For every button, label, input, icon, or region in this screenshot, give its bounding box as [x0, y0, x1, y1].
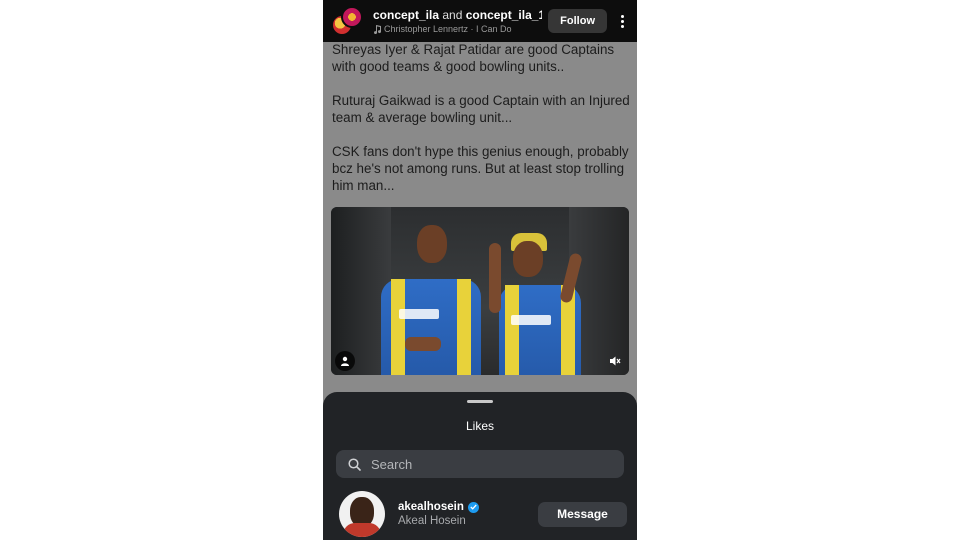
like-full-name: Akeal Hosein: [398, 515, 466, 527]
header-text: concept_ila and concept_ila_1.0 Christop…: [373, 8, 542, 34]
likes-sheet: Likes Search akealhosein Akeal Hosein Me…: [323, 392, 637, 540]
header-title: concept_ila and concept_ila_1.0: [373, 8, 542, 22]
music-note-icon: [374, 24, 381, 34]
account-1-link[interactable]: concept_ila: [373, 8, 439, 22]
collab-avatar-icon[interactable]: [331, 4, 365, 38]
joiner-text: and: [442, 8, 463, 22]
avatar-concept-ila-1: [341, 6, 363, 28]
verified-badge-icon: [467, 501, 479, 513]
more-vertical-icon[interactable]: [613, 9, 631, 33]
caption-paragraph: Ruturaj Gaikwad is a good Captain with a…: [332, 93, 630, 125]
player-left: [375, 225, 485, 375]
post-header: concept_ila and concept_ila_1.0 Christop…: [323, 0, 637, 42]
caption-paragraph: Shreyas Iyer & Rajat Patidar are good Ca…: [332, 42, 615, 74]
post-image[interactable]: [331, 207, 629, 375]
list-item[interactable]: akealhosein Akeal Hosein Message: [339, 491, 627, 537]
sheet-drag-handle[interactable]: [467, 400, 493, 403]
avatar[interactable]: [339, 491, 385, 537]
audio-attribution[interactable]: Christopher Lennertz · I Can Do: [373, 24, 542, 34]
like-user-info[interactable]: akealhosein Akeal Hosein: [398, 501, 538, 527]
sheet-title: Likes: [465, 419, 494, 433]
mute-icon[interactable]: [607, 353, 623, 369]
audio-label: Christopher Lennertz · I Can Do: [384, 24, 512, 34]
account-2-link[interactable]: concept_ila_1.0: [466, 8, 542, 22]
player-right: [481, 229, 601, 375]
user-tag-icon[interactable]: [335, 351, 355, 371]
caption-paragraph: CSK fans don't hype this genius enough, …: [332, 144, 629, 193]
search-placeholder: Search: [371, 456, 413, 472]
follow-button[interactable]: Follow: [548, 9, 607, 33]
post-caption: Shreyas Iyer & Rajat Patidar are good Ca…: [332, 41, 632, 211]
search-input[interactable]: Search: [336, 450, 624, 478]
message-button[interactable]: Message: [538, 501, 627, 527]
speaker-off-icon: [610, 356, 621, 366]
like-username-row: akealhosein: [398, 501, 538, 513]
phone-screen: concept_ila and concept_ila_1.0 Christop…: [323, 0, 637, 540]
like-username: akealhosein: [398, 501, 464, 513]
search-icon: [348, 457, 361, 471]
person-icon: [341, 356, 349, 366]
